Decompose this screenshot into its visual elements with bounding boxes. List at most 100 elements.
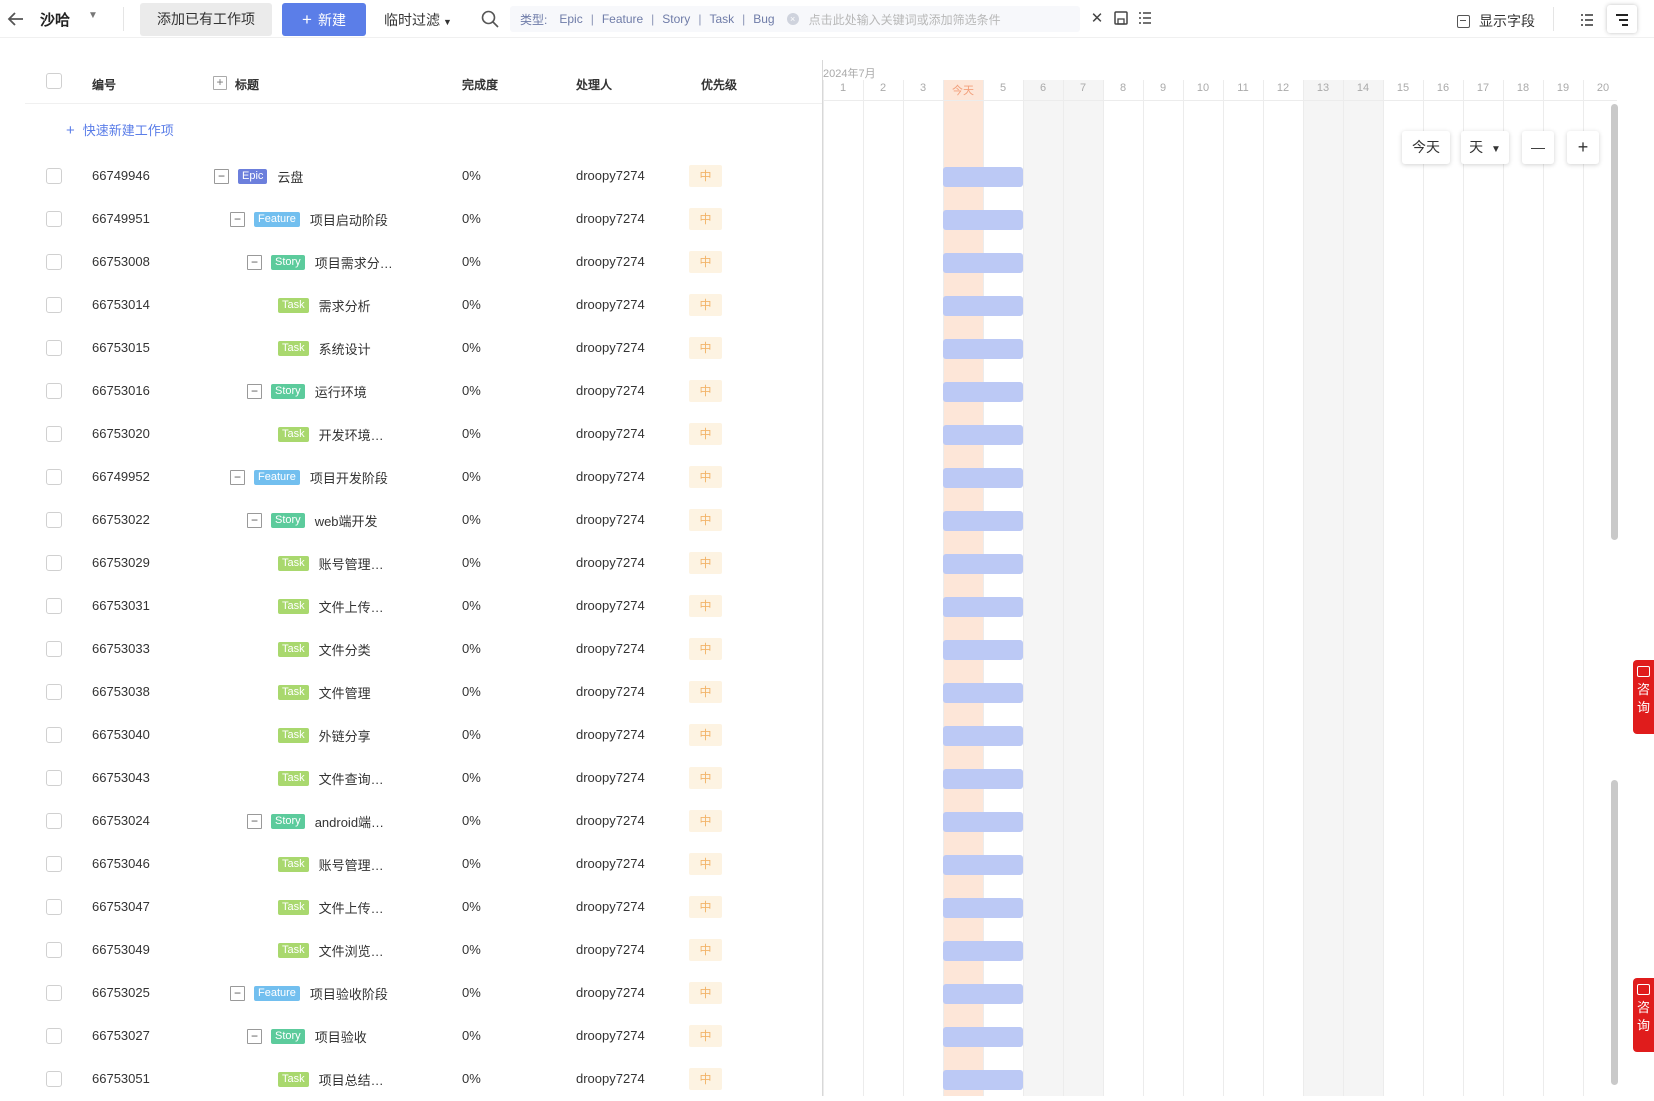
work-item-title-cell[interactable]: − Story android端… — [247, 811, 384, 831]
priority-badge[interactable]: 中 — [689, 982, 722, 1004]
priority-badge[interactable]: 中 — [689, 294, 722, 316]
gantt-task-bar[interactable] — [943, 339, 1023, 359]
work-item-title-cell[interactable]: Task 文件管理 — [278, 682, 371, 702]
work-item-title[interactable]: 开发环境… — [319, 425, 384, 444]
collapse-icon[interactable]: − — [247, 813, 262, 829]
filter-input-box[interactable]: 类型: Epic | Feature | Story | Task | Bug … — [510, 6, 1080, 32]
assignee[interactable]: droopy7274 — [576, 727, 645, 742]
row-checkbox[interactable] — [46, 727, 62, 743]
work-item-title[interactable]: web端开发 — [315, 511, 378, 530]
project-dropdown-icon[interactable]: ▼ — [88, 10, 98, 21]
priority-badge[interactable]: 中 — [689, 939, 722, 961]
priority-badge[interactable]: 中 — [689, 810, 722, 832]
work-item-title[interactable]: 云盘 — [277, 167, 303, 186]
priority-badge[interactable]: 中 — [689, 380, 722, 402]
gantt-task-bar[interactable] — [943, 984, 1023, 1004]
back-arrow-icon[interactable] — [6, 9, 26, 29]
work-item-title-cell[interactable]: Task 外链分享 — [278, 725, 371, 745]
priority-badge[interactable]: 中 — [689, 208, 722, 230]
column-header-id[interactable]: 编号 — [92, 76, 116, 93]
work-item-title[interactable]: 项目验收阶段 — [310, 984, 388, 1003]
list-view-toggle[interactable] — [1572, 5, 1602, 33]
assignee[interactable]: droopy7274 — [576, 426, 645, 441]
work-item-title-cell[interactable]: Task 开发环境… — [278, 424, 384, 444]
table-row[interactable]: 66753022 − Story web端开发 0% droopy7274 中 — [25, 499, 822, 542]
gantt-task-bar[interactable] — [943, 554, 1023, 574]
quick-create-button[interactable]: + 快速新建工作项 — [66, 120, 174, 139]
work-item-title-cell[interactable]: − Feature 项目验收阶段 — [230, 983, 388, 1003]
assignee[interactable]: droopy7274 — [576, 254, 645, 269]
assignee[interactable]: droopy7274 — [576, 512, 645, 527]
assignee[interactable]: droopy7274 — [576, 856, 645, 871]
work-item-title-cell[interactable]: Task 账号管理… — [278, 553, 384, 573]
work-item-title[interactable]: 文件查询… — [319, 769, 384, 788]
select-all-checkbox[interactable] — [46, 73, 62, 89]
collapse-icon[interactable]: − — [247, 383, 262, 399]
collapse-icon[interactable]: − — [230, 469, 245, 485]
assignee[interactable]: droopy7274 — [576, 813, 645, 828]
row-checkbox[interactable] — [46, 899, 62, 915]
search-icon[interactable] — [480, 9, 500, 29]
gantt-task-bar[interactable] — [943, 898, 1023, 918]
table-row[interactable]: 66753008 − Story 项目需求分… 0% droopy7274 中 — [25, 241, 822, 284]
table-row[interactable]: 66753038 Task 文件管理 0% droopy7274 中 — [25, 671, 822, 714]
add-existing-button[interactable]: 添加已有工作项 — [140, 3, 272, 36]
table-row[interactable]: 66753051 Task 项目总结… 0% droopy7274 中 — [25, 1058, 822, 1101]
assignee[interactable]: droopy7274 — [576, 1028, 645, 1043]
assignee[interactable]: droopy7274 — [576, 555, 645, 570]
priority-badge[interactable]: 中 — [689, 165, 722, 187]
gantt-task-bar[interactable] — [943, 253, 1023, 273]
priority-badge[interactable]: 中 — [689, 767, 722, 789]
priority-badge[interactable]: 中 — [689, 509, 722, 531]
row-checkbox[interactable] — [46, 512, 62, 528]
row-checkbox[interactable] — [46, 211, 62, 227]
table-row[interactable]: 66753029 Task 账号管理… 0% droopy7274 中 — [25, 542, 822, 585]
row-checkbox[interactable] — [46, 641, 62, 657]
priority-badge[interactable]: 中 — [689, 251, 722, 273]
work-item-title[interactable]: 文件分类 — [319, 640, 371, 659]
row-checkbox[interactable] — [46, 555, 62, 571]
collapse-icon[interactable]: − — [247, 254, 262, 270]
new-button[interactable]: + 新建 — [282, 3, 366, 36]
gantt-task-bar[interactable] — [943, 726, 1023, 746]
table-row[interactable]: 66753033 Task 文件分类 0% droopy7274 中 — [25, 628, 822, 671]
gantt-view-toggle[interactable] — [1607, 5, 1637, 33]
priority-badge[interactable]: 中 — [689, 552, 722, 574]
table-row[interactable]: 66753015 Task 系统设计 0% droopy7274 中 — [25, 327, 822, 370]
gantt-task-bar[interactable] — [943, 812, 1023, 832]
row-checkbox[interactable] — [46, 942, 62, 958]
today-button[interactable]: 今天 — [1402, 131, 1450, 164]
column-header-progress[interactable]: 完成度 — [462, 76, 498, 93]
work-item-title-cell[interactable]: − Story web端开发 — [247, 510, 378, 530]
row-checkbox[interactable] — [46, 297, 62, 313]
collapse-icon[interactable]: − — [247, 1028, 262, 1044]
row-checkbox[interactable] — [46, 985, 62, 1001]
gantt-task-bar[interactable] — [943, 425, 1023, 445]
time-scale-dropdown[interactable]: 天 ▼ — [1461, 131, 1509, 164]
assignee[interactable]: droopy7274 — [576, 1071, 645, 1086]
priority-badge[interactable]: 中 — [689, 1025, 722, 1047]
table-row[interactable]: 66749946 − Epic 云盘 0% droopy7274 中 — [25, 155, 822, 198]
vertical-scrollbar[interactable] — [1611, 104, 1618, 540]
priority-badge[interactable]: 中 — [689, 423, 722, 445]
gantt-task-bar[interactable] — [943, 210, 1023, 230]
priority-badge[interactable]: 中 — [689, 853, 722, 875]
collapse-icon[interactable]: − — [230, 985, 245, 1001]
expand-all-icon[interactable]: + — [213, 76, 227, 90]
table-row[interactable]: 66753043 Task 文件查询… 0% droopy7274 中 — [25, 757, 822, 800]
assignee[interactable]: droopy7274 — [576, 469, 645, 484]
work-item-title[interactable]: 文件管理 — [319, 683, 371, 702]
zoom-in-button[interactable]: + — [1567, 131, 1599, 164]
work-item-title[interactable]: 项目需求分… — [315, 253, 393, 272]
priority-badge[interactable]: 中 — [689, 724, 722, 746]
work-item-title-cell[interactable]: Task 文件查询… — [278, 768, 384, 788]
work-item-title-cell[interactable]: Task 文件上传… — [278, 596, 384, 616]
assignee[interactable]: droopy7274 — [576, 985, 645, 1000]
work-item-title-cell[interactable]: − Story 项目验收 — [247, 1026, 367, 1046]
work-item-title-cell[interactable]: Task 文件浏览… — [278, 940, 384, 960]
column-header-title[interactable]: 标题 — [235, 76, 259, 93]
work-item-title[interactable]: 文件浏览… — [319, 941, 384, 960]
table-row[interactable]: 66749952 − Feature 项目开发阶段 0% droopy7274 中 — [25, 456, 822, 499]
collapse-icon[interactable]: − — [247, 512, 262, 528]
table-row[interactable]: 66753027 − Story 项目验收 0% droopy7274 中 — [25, 1015, 822, 1058]
